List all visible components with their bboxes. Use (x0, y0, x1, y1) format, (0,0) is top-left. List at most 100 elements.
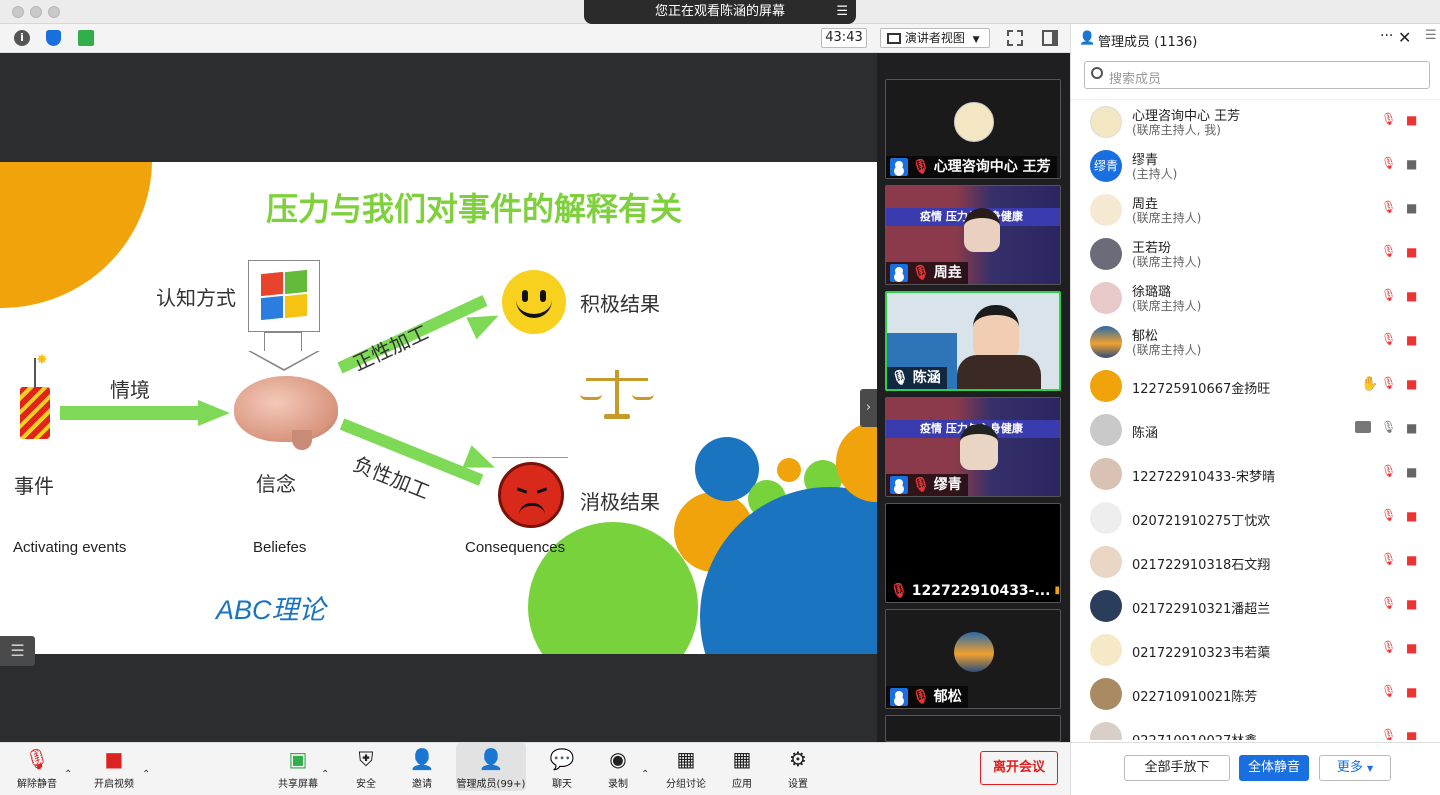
participant-name: 021722910318石文翔 (1132, 558, 1271, 573)
participant-list[interactable]: 心理咨询中心 王芳 (联席主持人, 我) 🎙 ■ 缪青 缪青 (主持人) 🎙 ■… (1071, 100, 1440, 740)
breakout-button[interactable]: ▦ 分组讨论 (664, 747, 708, 790)
list-item[interactable]: 021722910321潘超兰 🎙 ■ (1071, 584, 1426, 628)
apps-button[interactable]: ▦ 应用 (724, 747, 760, 790)
list-item[interactable]: 郁松 (联席主持人) 🎙 ■ (1071, 320, 1426, 364)
close-icon[interactable]: ✕ (1398, 28, 1411, 47)
mic-muted-icon[interactable]: 🎙 (1381, 332, 1397, 350)
mic-muted-icon[interactable]: 🎙 (1381, 464, 1397, 482)
shield-icon[interactable] (46, 30, 61, 46)
zoom-window-button[interactable] (48, 6, 60, 18)
chevron-up-icon[interactable]: ⌃ (641, 769, 649, 780)
video-tile[interactable]: 🎙 心理咨询中心 王芳 (885, 79, 1061, 179)
settings-button[interactable]: ⚙ 设置 (780, 747, 816, 790)
security-button[interactable]: ⛨ 安全 (348, 747, 384, 790)
video-icon[interactable]: ■ (1406, 201, 1424, 219)
list-item[interactable]: 122725910667金扬旺 ✋ 🎙 ■ (1071, 364, 1426, 408)
collapse-thumbnails-button[interactable]: › (860, 389, 877, 427)
video-off-icon[interactable]: ■ (1406, 641, 1424, 659)
close-window-button[interactable] (12, 6, 24, 18)
share-banner[interactable]: 您正在观看陈涵的屏幕 ☰ (584, 0, 856, 24)
more-options-icon[interactable]: ··· (1380, 28, 1393, 44)
video-tile-active[interactable]: 🎙 陈涵 (885, 291, 1061, 391)
list-item[interactable]: 心理咨询中心 王芳 (联席主持人, 我) 🎙 ■ (1071, 100, 1426, 144)
mic-muted-icon[interactable]: 🎙 (1381, 552, 1397, 570)
list-item[interactable]: 周垚 (联席主持人) 🎙 ■ (1071, 188, 1426, 232)
participants-icon: 👤 (478, 747, 504, 771)
video-off-icon[interactable]: ■ (1406, 597, 1424, 615)
list-item[interactable]: 122722910433-宋梦晴 🎙 ■ (1071, 452, 1426, 496)
toggle-panel-icon[interactable] (1042, 30, 1058, 46)
participants-button[interactable]: 👤 管理成员(99+) (456, 743, 526, 791)
video-off-icon[interactable]: ■ (1406, 245, 1424, 263)
view-mode-label: 演讲者视图 (904, 31, 965, 45)
lower-all-hands-button[interactable]: 全部手放下 (1124, 755, 1230, 781)
chevron-up-icon[interactable]: ⌃ (321, 769, 329, 780)
slide-title: 压力与我们对事件的解释有关 (266, 190, 683, 228)
minimize-window-button[interactable] (30, 6, 42, 18)
video-off-icon[interactable]: ■ (1406, 509, 1424, 527)
mic-muted-icon[interactable]: 🎙 (1381, 508, 1397, 526)
mic-muted-icon[interactable]: 🎙 (1381, 596, 1397, 614)
mic-muted-icon[interactable]: 🎙 (1381, 112, 1397, 130)
slide-list-icon[interactable]: ☰ (0, 636, 35, 666)
list-item[interactable]: 陈涵 🎙 ■ (1071, 408, 1426, 452)
mic-muted-icon[interactable]: 🎙 (1381, 728, 1397, 740)
sad-face-icon (498, 462, 564, 528)
mic-muted-icon[interactable]: 🎙 (1381, 640, 1397, 658)
mic-muted-icon[interactable]: 🎙 (1381, 244, 1397, 262)
chevron-up-icon[interactable]: ⌃ (142, 769, 150, 780)
breakout-icon: ▦ (676, 747, 696, 771)
video-tile[interactable]: 🎙 郁松 (885, 609, 1061, 709)
video-icon[interactable]: ■ (1406, 157, 1424, 175)
tile-name: 🎙 缪青 (886, 474, 968, 496)
panel-menu-icon[interactable]: ☰ (1425, 28, 1437, 43)
mic-muted-icon[interactable]: 🎙 (1381, 288, 1397, 306)
start-video-button[interactable]: ■ 开启视频 (90, 747, 138, 790)
mic-muted-icon[interactable]: 🎙 (1381, 156, 1397, 174)
video-off-icon[interactable]: ■ (1406, 553, 1424, 571)
signal-icon[interactable] (78, 30, 94, 46)
list-item[interactable]: 021722910323韦若蕖 🎙 ■ (1071, 628, 1426, 672)
video-tile[interactable]: 疫情 压力与心身健康 🎙缪青 (885, 397, 1061, 497)
video-off-icon[interactable]: ■ (1406, 289, 1424, 307)
avatar (1090, 634, 1122, 666)
share-screen-button[interactable]: ▣ 共享屏幕 (275, 747, 321, 790)
list-item[interactable]: 徐璐璐 (联席主持人) 🎙 ■ (1071, 276, 1426, 320)
list-item[interactable]: 021722910318石文翔 🎙 ■ (1071, 540, 1426, 584)
mic-muted-icon[interactable]: 🎙 (1381, 200, 1397, 218)
view-mode-dropdown[interactable]: 演讲者视图 ▼ (880, 28, 990, 48)
list-item[interactable]: 020721910275丁忱欢 🎙 ■ (1071, 496, 1426, 540)
video-tile[interactable]: 🎙122722910433-...▮▮▮ (885, 503, 1061, 603)
list-item[interactable]: 缪青 缪青 (主持人) 🎙 ■ (1071, 144, 1426, 188)
video-off-icon[interactable]: ■ (1406, 729, 1424, 740)
list-item[interactable]: 022710910027林鑫 🎙 ■ (1071, 716, 1426, 740)
video-tile[interactable] (885, 715, 1061, 742)
video-off-icon[interactable]: ■ (1406, 377, 1424, 395)
avatar (1090, 678, 1122, 710)
video-tile[interactable]: 疫情 压力与心身健康 🎙周垚 (885, 185, 1061, 285)
mic-muted-icon[interactable]: 🎙 (1381, 376, 1397, 394)
unmute-button[interactable]: 🎙 解除静音 (14, 747, 60, 790)
list-item[interactable]: 022710910021陈芳 🎙 ■ (1071, 672, 1426, 716)
chevron-up-icon[interactable]: ⌃ (64, 769, 72, 780)
video-off-icon[interactable]: ■ (1406, 113, 1424, 131)
video-icon[interactable]: ■ (1406, 465, 1424, 483)
fullscreen-icon[interactable] (1007, 30, 1023, 46)
video-off-icon[interactable]: ■ (1406, 333, 1424, 351)
list-item[interactable]: 王若玢 (联席主持人) 🎙 ■ (1071, 232, 1426, 276)
record-button[interactable]: ◉ 录制 (600, 747, 636, 790)
chat-button[interactable]: 💬 聊天 (544, 747, 580, 790)
video-off-icon[interactable]: ■ (1406, 685, 1424, 703)
more-button[interactable]: 更多 ▼ (1319, 755, 1391, 781)
menu-icon[interactable]: ☰ (836, 0, 848, 24)
info-icon[interactable]: i (14, 30, 30, 46)
video-icon[interactable]: ■ (1406, 421, 1424, 439)
invite-button[interactable]: 👤 邀请 (404, 747, 440, 790)
mic-icon[interactable]: 🎙 (1381, 420, 1397, 438)
mic-muted-icon[interactable]: 🎙 (1381, 684, 1397, 702)
mute-all-button[interactable]: 全体静音 (1239, 755, 1309, 781)
label-situation: 情境 (110, 378, 150, 402)
search-input[interactable]: 搜索成员 (1084, 61, 1430, 89)
leave-meeting-button[interactable]: 离开会议 (980, 751, 1058, 785)
tile-name: 🎙 周垚 (886, 262, 968, 284)
